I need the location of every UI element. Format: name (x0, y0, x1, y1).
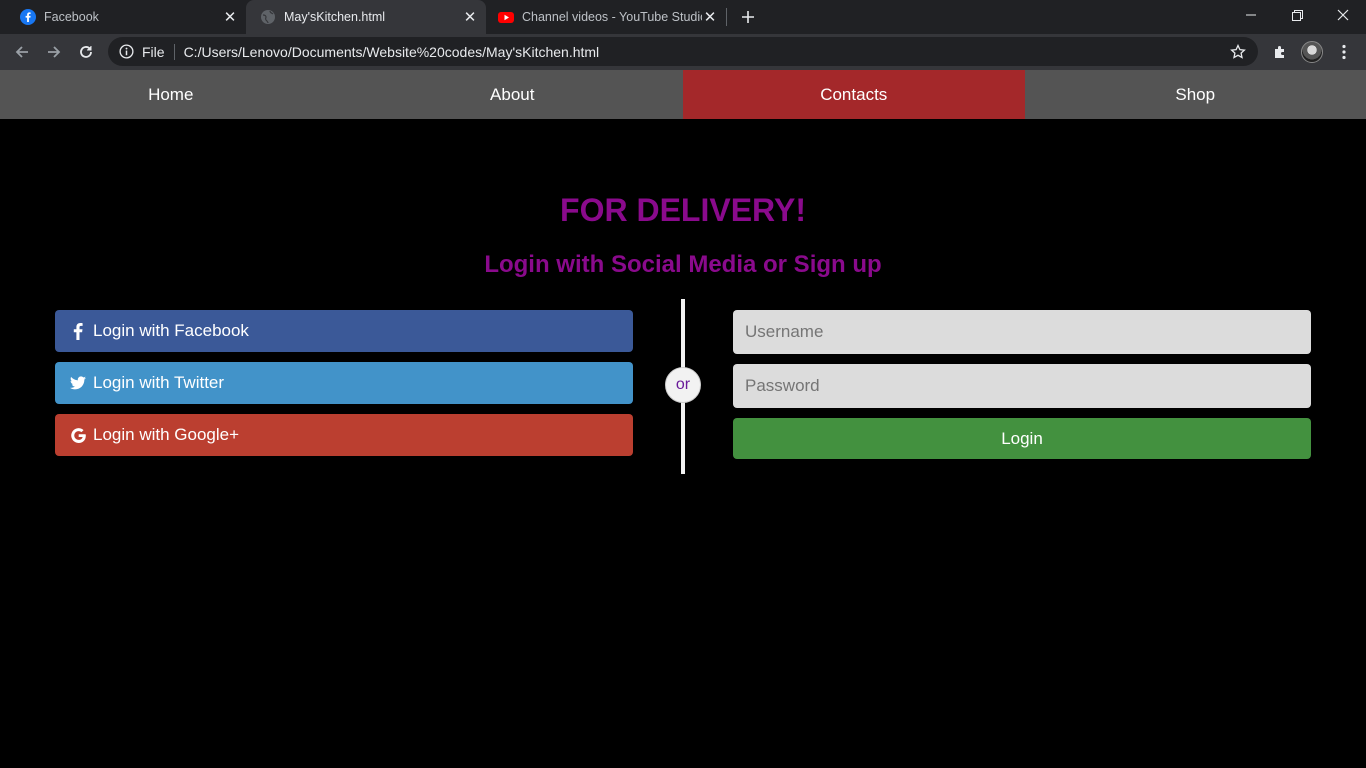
close-icon[interactable]: ✕ (702, 9, 718, 26)
close-icon[interactable]: ✕ (462, 9, 478, 26)
site-nav: Home About Contacts Shop (0, 70, 1366, 119)
url-text[interactable]: C:/Users/Lenovo/Documents/Website%20code… (184, 44, 1228, 60)
extensions-button[interactable] (1267, 39, 1293, 65)
tab-separator (726, 8, 727, 26)
facebook-icon (20, 9, 36, 25)
arrow-left-icon (15, 46, 28, 58)
avatar[interactable] (1301, 41, 1323, 63)
close-icon (1337, 9, 1349, 21)
login-facebook-label: Login with Facebook (93, 321, 249, 340)
tab-facebook[interactable]: Facebook ✕ (0, 0, 246, 34)
more-vert-icon (1342, 44, 1346, 60)
or-divider-badge: or (665, 367, 701, 403)
page-subtitle: Login with Social Media or Sign up (484, 251, 882, 278)
menu-button[interactable] (1331, 39, 1357, 65)
info-icon[interactable] (118, 44, 134, 60)
login-twitter-label: Login with Twitter (93, 373, 225, 392)
page-title: FOR DELIVERY! (560, 192, 806, 228)
tab-title: Channel videos - YouTube Studio (522, 10, 702, 24)
minimize-icon (1246, 14, 1256, 16)
login-button[interactable]: Login (733, 418, 1311, 459)
browser-toolbar: File C:/Users/Lenovo/Documents/Website%2… (0, 34, 1366, 70)
tab-mayskitchen[interactable]: May'sKitchen.html ✕ (246, 0, 486, 34)
close-window-button[interactable] (1320, 0, 1366, 30)
main-content: FOR DELIVERY! Login with Social Media or… (0, 119, 1366, 768)
browser-tab-strip: Facebook ✕ May'sKitchen.html ✕ Channel v… (0, 0, 1366, 34)
puzzle-icon (1275, 46, 1284, 58)
login-twitter-button[interactable]: Login with Twitter (55, 362, 633, 404)
tab-youtube-studio[interactable]: Channel videos - YouTube Studio ✕ (486, 0, 726, 34)
youtube-icon (498, 9, 514, 25)
nav-contacts[interactable]: Contacts (683, 70, 1025, 119)
divider (173, 43, 175, 60)
nav-shop[interactable]: Shop (1025, 70, 1366, 119)
twitter-bird-icon (69, 374, 87, 392)
forward-button[interactable] (41, 39, 67, 65)
tab-title: Facebook (44, 10, 99, 24)
password-field[interactable] (733, 364, 1311, 408)
plus-icon (742, 11, 754, 23)
globe-icon (260, 9, 276, 25)
login-google-button[interactable]: Login with Google+ (55, 414, 633, 456)
star-icon[interactable] (1228, 42, 1248, 62)
close-icon[interactable]: ✕ (222, 9, 238, 26)
login-facebook-button[interactable]: Login with Facebook (55, 310, 633, 352)
back-button[interactable] (9, 39, 35, 65)
tab-title: May'sKitchen.html (284, 10, 386, 24)
address-bar[interactable]: File C:/Users/Lenovo/Documents/Website%2… (108, 37, 1258, 66)
reload-button[interactable] (73, 39, 99, 65)
username-field[interactable] (733, 310, 1311, 354)
nav-home[interactable]: Home (0, 70, 342, 119)
login-google-label: Login with Google+ (93, 425, 240, 444)
nav-about[interactable]: About (342, 70, 684, 119)
reload-icon (80, 46, 92, 58)
minimize-button[interactable] (1228, 0, 1274, 30)
arrow-right-icon (48, 46, 61, 58)
google-g-icon (69, 426, 87, 444)
new-tab-button[interactable] (737, 6, 759, 28)
restore-button[interactable] (1274, 0, 1320, 30)
facebook-f-icon (69, 322, 87, 340)
scheme-label: File (142, 43, 165, 60)
restore-icon (1291, 9, 1303, 21)
